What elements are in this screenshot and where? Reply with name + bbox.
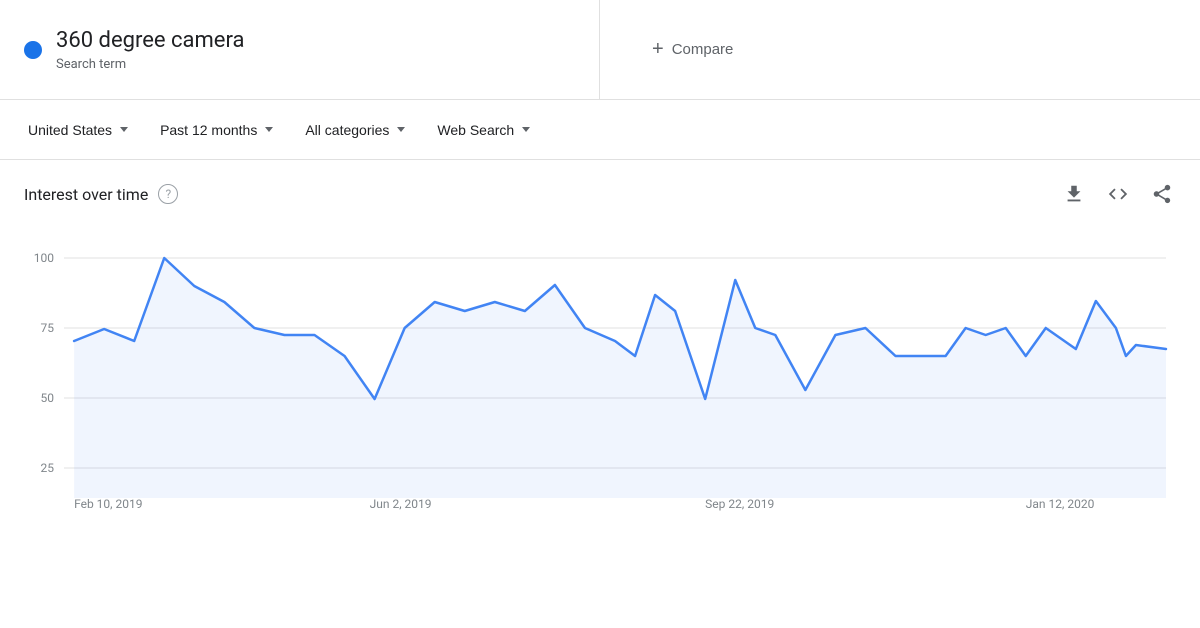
search-type-filter-label: Web Search bbox=[437, 122, 514, 138]
svg-text:25: 25 bbox=[41, 461, 55, 475]
compare-panel: + Compare bbox=[600, 0, 1200, 99]
svg-text:Jan 12, 2020: Jan 12, 2020 bbox=[1026, 497, 1095, 511]
category-chevron-icon bbox=[397, 127, 405, 132]
compare-plus-icon: + bbox=[652, 38, 664, 61]
trend-chart: 100 75 50 25 Feb 10, 2019 Jun 2, 2019 Se… bbox=[24, 228, 1176, 518]
svg-text:Sep 22, 2019: Sep 22, 2019 bbox=[705, 497, 774, 511]
chart-header: Interest over time ? bbox=[24, 180, 1176, 208]
search-term-label: 360 degree camera bbox=[56, 27, 244, 56]
share-icon[interactable] bbox=[1148, 180, 1176, 208]
search-type-chevron-icon bbox=[522, 127, 530, 132]
time-range-filter-button[interactable]: Past 12 months bbox=[148, 116, 285, 144]
svg-text:75: 75 bbox=[41, 321, 55, 335]
compare-label: Compare bbox=[672, 41, 734, 58]
region-filter-label: United States bbox=[28, 122, 112, 138]
region-filter-button[interactable]: United States bbox=[16, 116, 140, 144]
time-range-filter-label: Past 12 months bbox=[160, 122, 257, 138]
chart-section: Interest over time ? bbox=[0, 160, 1200, 532]
svg-text:100: 100 bbox=[34, 251, 55, 265]
svg-text:Feb 10, 2019: Feb 10, 2019 bbox=[74, 497, 142, 511]
chart-title: Interest over time bbox=[24, 185, 148, 204]
time-range-chevron-icon bbox=[265, 127, 273, 132]
search-term-type: Search term bbox=[56, 57, 244, 72]
search-type-filter-button[interactable]: Web Search bbox=[425, 116, 542, 144]
header: 360 degree camera Search term + Compare bbox=[0, 0, 1200, 100]
embed-icon[interactable] bbox=[1104, 180, 1132, 208]
chart-title-group: Interest over time ? bbox=[24, 184, 178, 204]
search-term-panel: 360 degree camera Search term bbox=[0, 0, 600, 99]
category-filter-button[interactable]: All categories bbox=[293, 116, 417, 144]
help-icon[interactable]: ? bbox=[158, 184, 178, 204]
chart-actions bbox=[1060, 180, 1176, 208]
term-info: 360 degree camera Search term bbox=[56, 27, 244, 73]
region-chevron-icon bbox=[120, 127, 128, 132]
category-filter-label: All categories bbox=[305, 122, 389, 138]
svg-text:50: 50 bbox=[41, 391, 55, 405]
term-indicator-dot bbox=[24, 41, 42, 59]
compare-button[interactable]: + Compare bbox=[640, 30, 745, 69]
svg-text:Jun 2, 2019: Jun 2, 2019 bbox=[370, 497, 432, 511]
download-icon[interactable] bbox=[1060, 180, 1088, 208]
chart-container: 100 75 50 25 Feb 10, 2019 Jun 2, 2019 Se… bbox=[24, 228, 1176, 522]
filter-bar: United States Past 12 months All categor… bbox=[0, 100, 1200, 160]
